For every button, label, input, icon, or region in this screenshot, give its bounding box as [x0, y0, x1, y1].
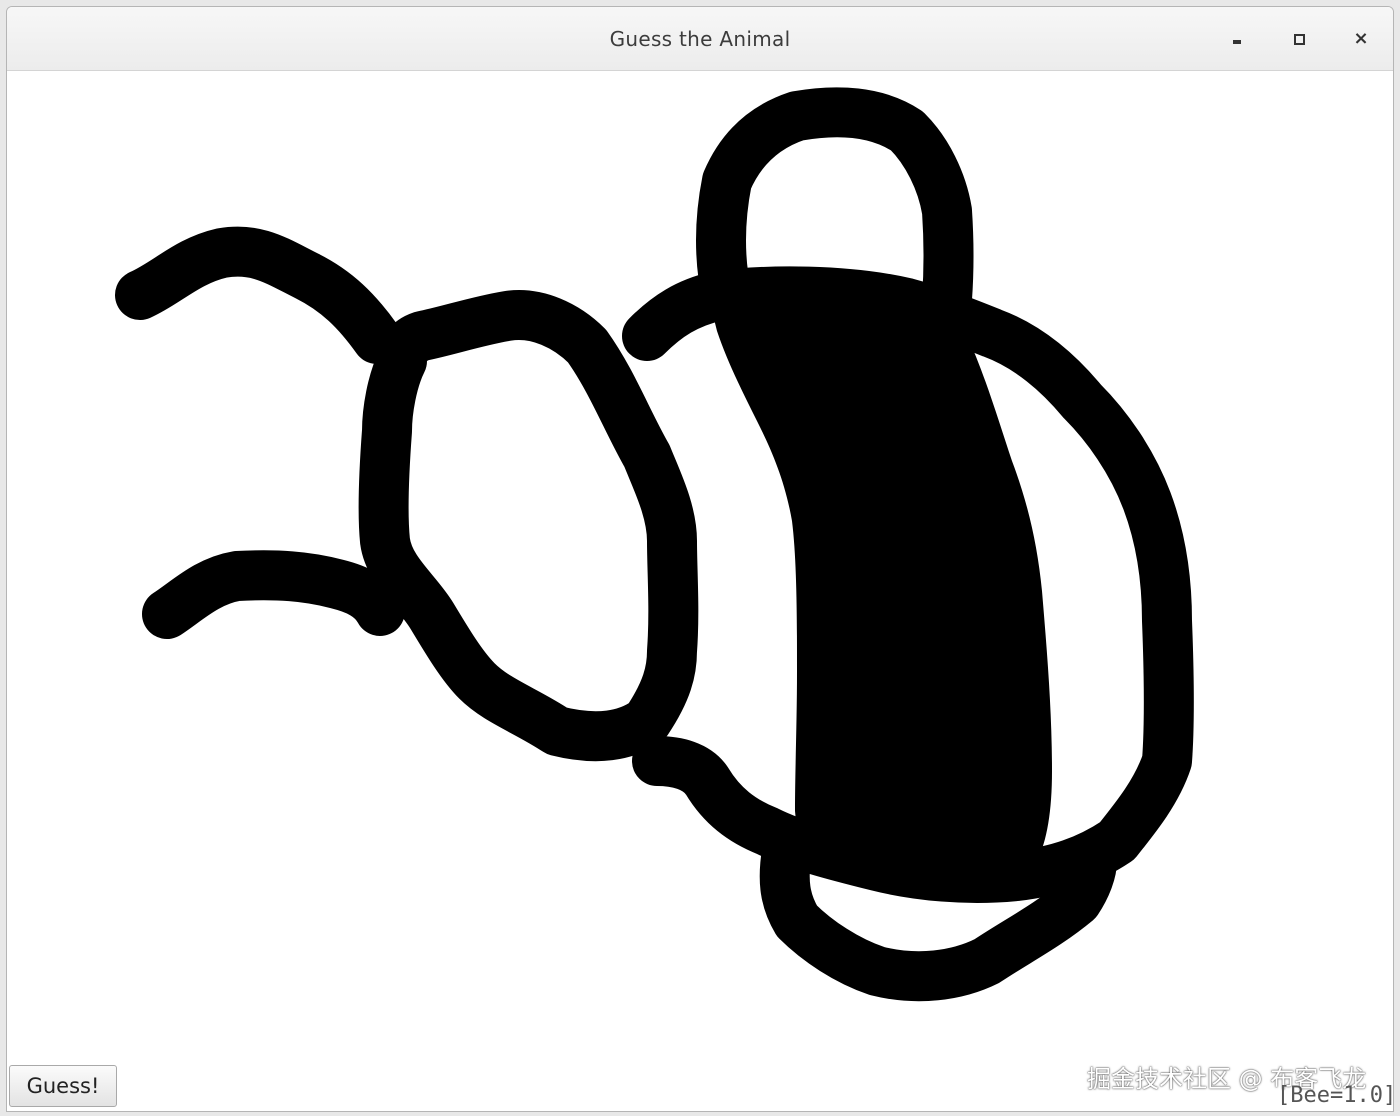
minimize-icon: [1233, 40, 1241, 44]
antenna-lower-stroke: [142, 550, 405, 639]
close-button[interactable]: ×: [1347, 25, 1375, 53]
title-bar[interactable]: Guess the Animal ×: [7, 7, 1393, 71]
head-stroke: [358, 290, 699, 762]
antenna-upper-stroke: [115, 226, 402, 364]
window-title: Guess the Animal: [609, 27, 791, 51]
body-stripe-fill: [707, 291, 1052, 871]
app-window: Guess the Animal × Guess! 掘金技术社区 @ 布客飞龙 …: [6, 6, 1394, 1112]
guess-button[interactable]: Guess!: [9, 1065, 117, 1107]
maximize-icon: [1293, 33, 1305, 45]
minimize-button[interactable]: [1223, 25, 1251, 53]
prediction-label: [Bee=1.0]: [1277, 1083, 1394, 1108]
drawing-surface: [115, 87, 1194, 1002]
maximize-button[interactable]: [1285, 25, 1313, 53]
drawing-canvas[interactable]: [7, 71, 1393, 1061]
close-icon: ×: [1353, 28, 1369, 49]
